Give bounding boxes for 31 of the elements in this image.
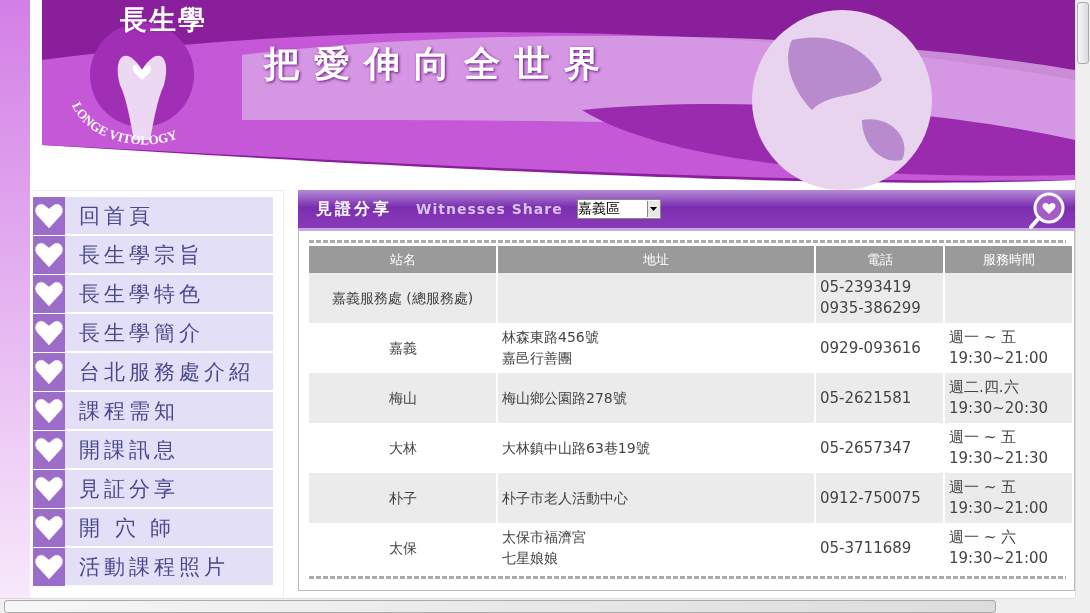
table-cell: 朴子市老人活動中心	[498, 473, 814, 523]
table-cell: 05-2621581	[816, 373, 943, 423]
nav-item[interactable]: 課程需知	[33, 392, 273, 429]
table-cell: 朴子	[309, 473, 496, 523]
table-cell: 梅山	[309, 373, 496, 423]
caret-icon	[650, 207, 658, 211]
table-cell: 週二.四.六 19:30~20:30	[945, 373, 1072, 423]
table-cell: 嘉義服務處 (總服務處)	[309, 273, 496, 323]
nav-item[interactable]: 長生學簡介	[33, 314, 273, 351]
nav-item[interactable]: 活動課程照片	[33, 548, 273, 585]
table-cell: 0912-750075	[816, 473, 943, 523]
logo-title: 長生學	[120, 4, 207, 36]
nav-item[interactable]: 開課訊息	[33, 431, 273, 468]
table-cell: 週一 ~ 五 19:30~21:00	[945, 473, 1072, 523]
nav-item[interactable]: 長生學宗旨	[33, 236, 273, 273]
panel-subtitle: Witnesses Share	[416, 201, 563, 217]
column-header: 電話	[816, 246, 943, 273]
table-cell: 05-2393419 0935-386299	[816, 273, 943, 323]
column-header: 站名	[309, 246, 496, 273]
column-header: 地址	[498, 246, 814, 273]
nav-item[interactable]: 見証分享	[33, 470, 273, 507]
column-header: 服務時間	[945, 246, 1072, 273]
table-cell: 梅山鄉公園路278號	[498, 373, 814, 423]
search-icon[interactable]	[1027, 191, 1067, 231]
nav-item[interactable]: 台北服務處介紹	[33, 353, 273, 390]
nav-item[interactable]: 長生學特色	[33, 275, 273, 312]
nav-item[interactable]: 回首頁	[33, 197, 273, 234]
slogan: 把愛伸向全世界	[264, 41, 614, 86]
nav-item[interactable]: 開 穴 師	[33, 509, 273, 546]
panel-title: 見證分享	[316, 198, 392, 220]
region-select[interactable]: 嘉義區	[576, 199, 661, 219]
